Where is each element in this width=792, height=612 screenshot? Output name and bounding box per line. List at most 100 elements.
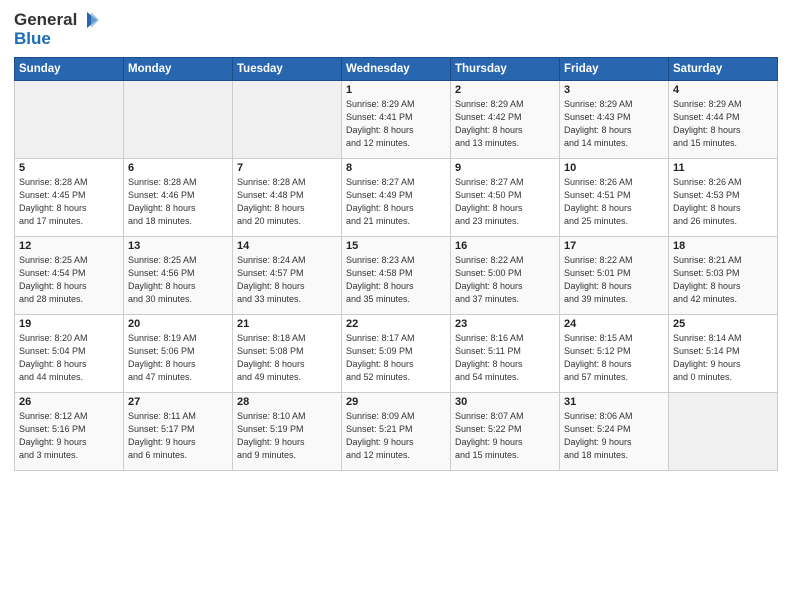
logo: General Blue	[14, 10, 99, 49]
table-row: 9Sunrise: 8:27 AM Sunset: 4:50 PM Daylig…	[451, 158, 560, 236]
day-number: 12	[19, 240, 119, 252]
table-row: 22 Sunrise: 8:17 AM Sunset: 5:09 PM Dayli…	[342, 314, 451, 392]
day-info: Sunrise: 8:29 AM Sunset: 4:44 PM Dayligh…	[673, 98, 773, 150]
day-number: 21	[237, 318, 337, 330]
page: General Blue Sunday Monday Tuesday Wedne…	[0, 0, 792, 612]
day-info: Sunrise: 8:27 AM Sunset: 4:50 PM Dayligh…	[455, 176, 555, 228]
day-info: Sunrise: 8:15 AM Sunset: 5:12 PM Dayligh…	[564, 332, 664, 384]
day-info: Sunrise: 8:28 AM Sunset: 4:48 PM Dayligh…	[237, 176, 337, 228]
day-info: Sunrise: 8:09 AM Sunset: 5:21 PM Dayligh…	[346, 410, 446, 462]
day-info: Sunrise: 8:24 AM Sunset: 4:57 PM Dayligh…	[237, 254, 337, 306]
day-number: 6	[128, 162, 228, 174]
table-row: 12 Sunrise: 8:25 AM Sunset: 4:54 PM Dayli…	[15, 236, 124, 314]
table-row	[233, 80, 342, 158]
day-info: Sunrise: 8:10 AM Sunset: 5:19 PM Dayligh…	[237, 410, 337, 462]
table-row: 7 Sunrise: 8:28 AM Sunset: 4:48 PM Daylig…	[233, 158, 342, 236]
day-number: 2	[455, 84, 555, 96]
day-number: 13	[128, 240, 228, 252]
day-number: 5	[19, 162, 119, 174]
day-info: Sunrise: 8:07 AM Sunset: 5:22 PM Dayligh…	[455, 410, 555, 462]
day-info: Sunrise: 8:21 AM Sunset: 5:03 PM Dayligh…	[673, 254, 773, 306]
weekday-header-row: Sunday Monday Tuesday Wednesday Thursday…	[15, 57, 778, 80]
table-row: 24 Sunrise: 8:15 AM Sunset: 5:12 PM Dayli…	[560, 314, 669, 392]
day-info: Sunrise: 8:25 AM Sunset: 4:56 PM Dayligh…	[128, 254, 228, 306]
table-row: 26 Sunrise: 8:12 AM Sunset: 5:16 PM Dayli…	[15, 392, 124, 470]
day-info: Sunrise: 8:28 AM Sunset: 4:45 PM Dayligh…	[19, 176, 119, 228]
calendar-week-row: 1 Sunrise: 8:29 AM Sunset: 4:41 PM Daylig…	[15, 80, 778, 158]
table-row: 30Sunrise: 8:07 AM Sunset: 5:22 PM Dayli…	[451, 392, 560, 470]
table-row: 19 Sunrise: 8:20 AM Sunset: 5:04 PM Dayli…	[15, 314, 124, 392]
header: General Blue	[14, 10, 778, 49]
table-row: 5 Sunrise: 8:28 AM Sunset: 4:45 PM Daylig…	[15, 158, 124, 236]
day-info: Sunrise: 8:20 AM Sunset: 5:04 PM Dayligh…	[19, 332, 119, 384]
day-info: Sunrise: 8:14 AM Sunset: 5:14 PM Dayligh…	[673, 332, 773, 384]
table-row: 6 Sunrise: 8:28 AM Sunset: 4:46 PM Daylig…	[124, 158, 233, 236]
table-row: 3 Sunrise: 8:29 AM Sunset: 4:43 PM Daylig…	[560, 80, 669, 158]
day-number: 7	[237, 162, 337, 174]
day-number: 22	[346, 318, 446, 330]
day-info: Sunrise: 8:29 AM Sunset: 4:43 PM Dayligh…	[564, 98, 664, 150]
logo-triangle-icon	[79, 10, 99, 30]
table-row: 15 Sunrise: 8:23 AM Sunset: 4:58 PM Dayli…	[342, 236, 451, 314]
day-number: 10	[564, 162, 664, 174]
header-saturday: Saturday	[669, 57, 778, 80]
day-info: Sunrise: 8:23 AM Sunset: 4:58 PM Dayligh…	[346, 254, 446, 306]
table-row	[15, 80, 124, 158]
day-number: 24	[564, 318, 664, 330]
day-info: Sunrise: 8:18 AM Sunset: 5:08 PM Dayligh…	[237, 332, 337, 384]
day-info: Sunrise: 8:12 AM Sunset: 5:16 PM Dayligh…	[19, 410, 119, 462]
header-sunday: Sunday	[15, 57, 124, 80]
day-info: Sunrise: 8:17 AM Sunset: 5:09 PM Dayligh…	[346, 332, 446, 384]
table-row: 25 Sunrise: 8:14 AM Sunset: 5:14 PM Dayli…	[669, 314, 778, 392]
calendar-week-row: 19 Sunrise: 8:20 AM Sunset: 5:04 PM Dayli…	[15, 314, 778, 392]
day-number: 4	[673, 84, 773, 96]
table-row: 8 Sunrise: 8:27 AM Sunset: 4:49 PM Daylig…	[342, 158, 451, 236]
day-info: Sunrise: 8:22 AM Sunset: 5:00 PM Dayligh…	[455, 254, 555, 306]
table-row	[669, 392, 778, 470]
calendar-week-row: 26 Sunrise: 8:12 AM Sunset: 5:16 PM Dayli…	[15, 392, 778, 470]
day-info: Sunrise: 8:16 AM Sunset: 5:11 PM Dayligh…	[455, 332, 555, 384]
calendar-table: Sunday Monday Tuesday Wednesday Thursday…	[14, 57, 778, 471]
day-number: 31	[564, 396, 664, 408]
table-row: 2Sunrise: 8:29 AM Sunset: 4:42 PM Daylig…	[451, 80, 560, 158]
table-row: 27Sunrise: 8:11 AM Sunset: 5:17 PM Dayli…	[124, 392, 233, 470]
day-info: Sunrise: 8:19 AM Sunset: 5:06 PM Dayligh…	[128, 332, 228, 384]
day-info: Sunrise: 8:29 AM Sunset: 4:41 PM Dayligh…	[346, 98, 446, 150]
table-row: 21 Sunrise: 8:18 AM Sunset: 5:08 PM Dayli…	[233, 314, 342, 392]
calendar-week-row: 5 Sunrise: 8:28 AM Sunset: 4:45 PM Daylig…	[15, 158, 778, 236]
day-info: Sunrise: 8:27 AM Sunset: 4:49 PM Dayligh…	[346, 176, 446, 228]
table-row: 14 Sunrise: 8:24 AM Sunset: 4:57 PM Dayli…	[233, 236, 342, 314]
day-number: 26	[19, 396, 119, 408]
day-number: 15	[346, 240, 446, 252]
calendar-body: 1 Sunrise: 8:29 AM Sunset: 4:41 PM Daylig…	[15, 80, 778, 470]
table-row: 28 Sunrise: 8:10 AM Sunset: 5:19 PM Dayli…	[233, 392, 342, 470]
table-row: 16 Sunrise: 8:22 AM Sunset: 5:00 PM Dayli…	[451, 236, 560, 314]
day-info: Sunrise: 8:28 AM Sunset: 4:46 PM Dayligh…	[128, 176, 228, 228]
day-number: 25	[673, 318, 773, 330]
day-number: 28	[237, 396, 337, 408]
day-info: Sunrise: 8:22 AM Sunset: 5:01 PM Dayligh…	[564, 254, 664, 306]
day-number: 8	[346, 162, 446, 174]
header-tuesday: Tuesday	[233, 57, 342, 80]
day-info: Sunrise: 8:06 AM Sunset: 5:24 PM Dayligh…	[564, 410, 664, 462]
table-row: 13 Sunrise: 8:25 AM Sunset: 4:56 PM Dayli…	[124, 236, 233, 314]
day-number: 20	[128, 318, 228, 330]
header-thursday: Thursday	[451, 57, 560, 80]
day-info: Sunrise: 8:25 AM Sunset: 4:54 PM Dayligh…	[19, 254, 119, 306]
table-row: 4 Sunrise: 8:29 AM Sunset: 4:44 PM Daylig…	[669, 80, 778, 158]
day-number: 18	[673, 240, 773, 252]
table-row: 23 Sunrise: 8:16 AM Sunset: 5:11 PM Dayli…	[451, 314, 560, 392]
day-number: 23	[455, 318, 555, 330]
day-info: Sunrise: 8:26 AM Sunset: 4:53 PM Dayligh…	[673, 176, 773, 228]
header-monday: Monday	[124, 57, 233, 80]
day-number: 14	[237, 240, 337, 252]
day-number: 17	[564, 240, 664, 252]
day-number: 19	[19, 318, 119, 330]
table-row: 11Sunrise: 8:26 AM Sunset: 4:53 PM Dayli…	[669, 158, 778, 236]
table-row: 1 Sunrise: 8:29 AM Sunset: 4:41 PM Daylig…	[342, 80, 451, 158]
day-info: Sunrise: 8:26 AM Sunset: 4:51 PM Dayligh…	[564, 176, 664, 228]
day-number: 16	[455, 240, 555, 252]
day-number: 1	[346, 84, 446, 96]
day-number: 3	[564, 84, 664, 96]
day-number: 29	[346, 396, 446, 408]
